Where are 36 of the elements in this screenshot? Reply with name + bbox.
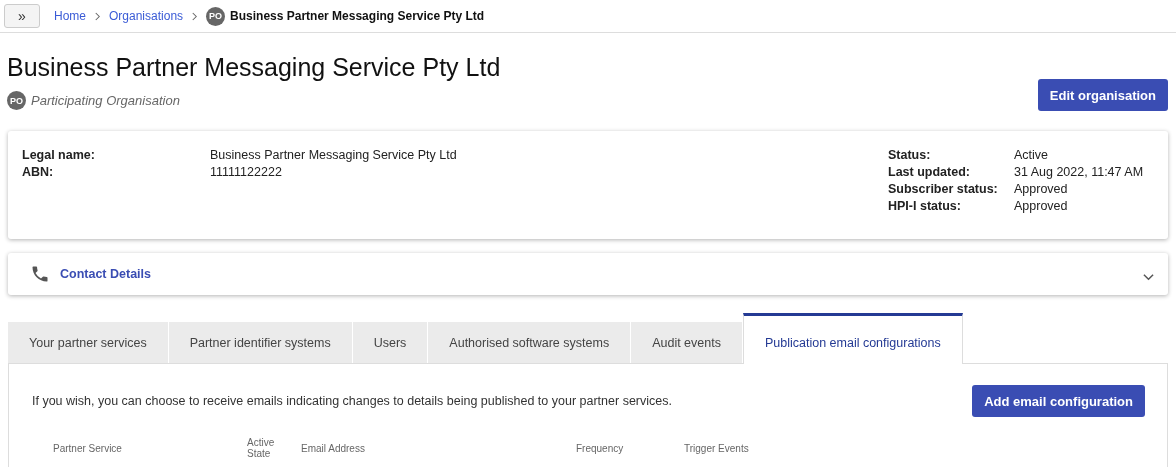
page-title: Business Partner Messaging Service Pty Ltd bbox=[7, 52, 501, 83]
column-header: Email Address bbox=[301, 442, 366, 454]
field-label: Legal name: bbox=[22, 148, 96, 162]
field-label: ABN: bbox=[22, 165, 55, 179]
tab[interactable]: Publication email configurations bbox=[742, 313, 963, 364]
tab[interactable]: Audit events bbox=[631, 322, 743, 363]
field-label: Status: bbox=[888, 148, 932, 162]
field-value: 31 Aug 2022, 11:47 AM bbox=[1014, 165, 1145, 179]
add-email-configuration-button[interactable]: Add email configuration bbox=[972, 385, 1145, 417]
breadcrumb-link[interactable]: Home bbox=[54, 9, 86, 23]
field-value: Business Partner Messaging Service Pty Ltd bbox=[210, 148, 457, 162]
breadcrumb-link[interactable]: Organisations bbox=[109, 9, 184, 23]
column-header: Partner Service bbox=[53, 442, 123, 454]
edit-organisation-button[interactable]: Edit organisation bbox=[1037, 79, 1168, 111]
tab[interactable]: Users bbox=[352, 322, 429, 363]
field-label: Subscriber status: bbox=[888, 182, 999, 196]
org-type-badge: PO bbox=[7, 91, 26, 110]
intro-text: If you wish, you can choose to receive emails indicating changes to details being published to your partner services. bbox=[32, 394, 672, 408]
org-type-label: Participating Organisation bbox=[31, 93, 180, 108]
column-header: Trigger Events bbox=[684, 442, 750, 454]
column-header: Frequency bbox=[576, 442, 625, 454]
field-value: Approved bbox=[1014, 182, 1069, 196]
org-type-badge: PO bbox=[206, 6, 226, 26]
breadcrumb-current: Business Partner Messaging Service Pty Ltd bbox=[230, 9, 485, 23]
column-header: Active State bbox=[247, 437, 275, 459]
field-label: HPI-I status: bbox=[888, 199, 962, 213]
tab[interactable]: Authorised software systems bbox=[428, 322, 632, 363]
field-value: Approved bbox=[1014, 199, 1069, 213]
expand-sidebar-button[interactable]: » bbox=[4, 4, 40, 28]
tab[interactable]: Partner identifier systems bbox=[168, 322, 353, 363]
field-value: Active bbox=[1014, 148, 1050, 162]
contact-details-title: Contact Details bbox=[60, 267, 152, 281]
contact-details-panel[interactable]: Contact Details bbox=[8, 253, 1168, 295]
field-label: Last updated: bbox=[888, 165, 971, 179]
tab[interactable]: Your partner services bbox=[8, 322, 169, 363]
field-value: 11111122222 bbox=[210, 165, 283, 179]
